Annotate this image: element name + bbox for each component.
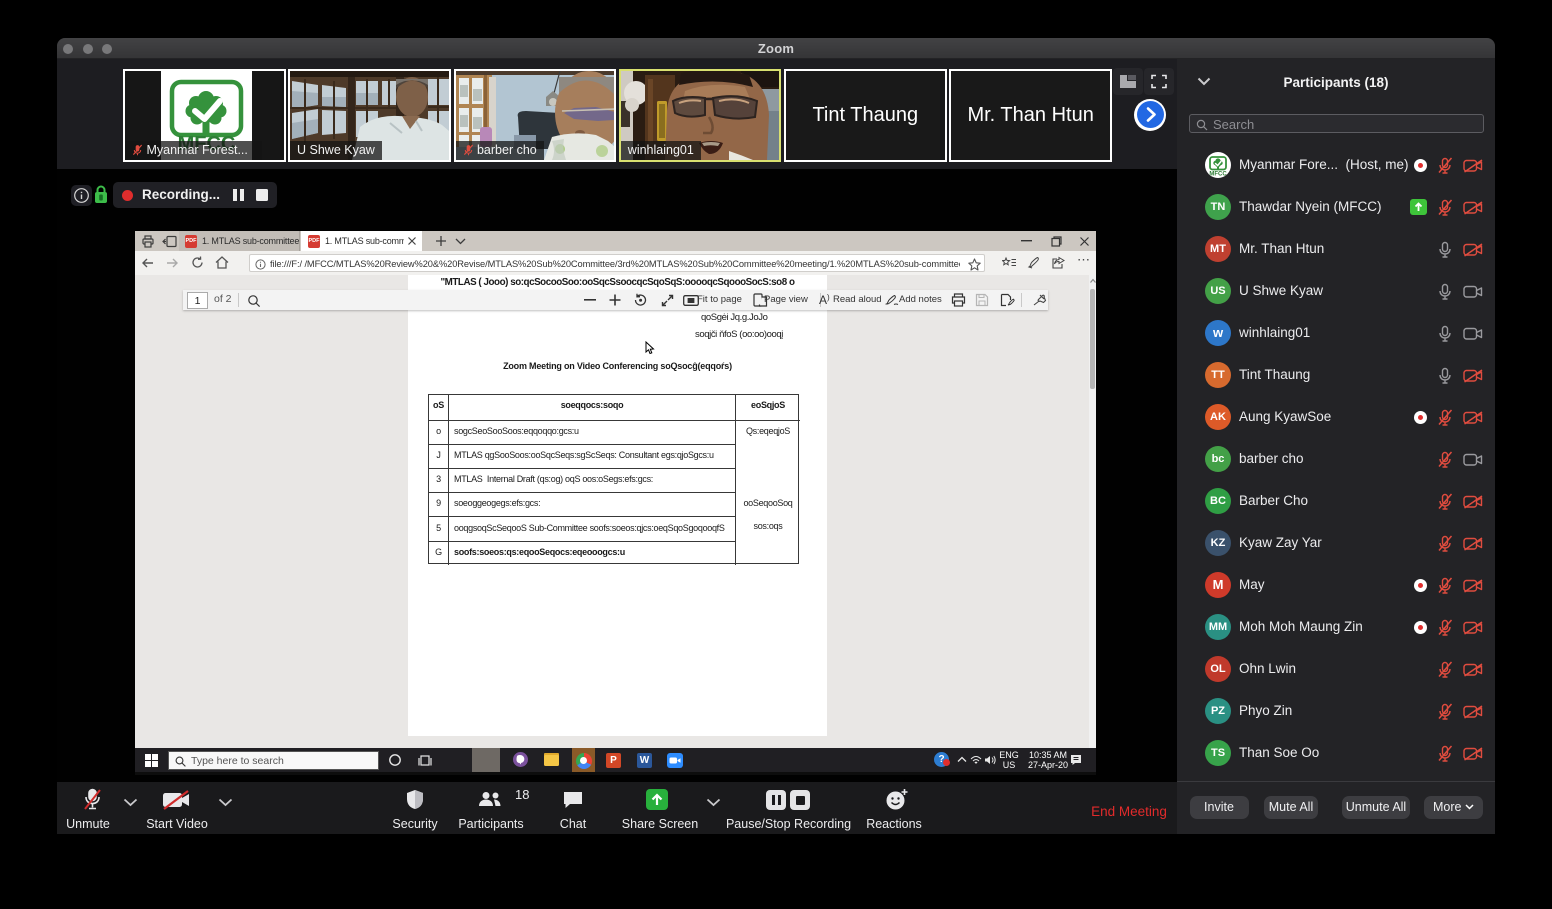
svg-text:MFCC: MFCC: [1209, 172, 1227, 178]
